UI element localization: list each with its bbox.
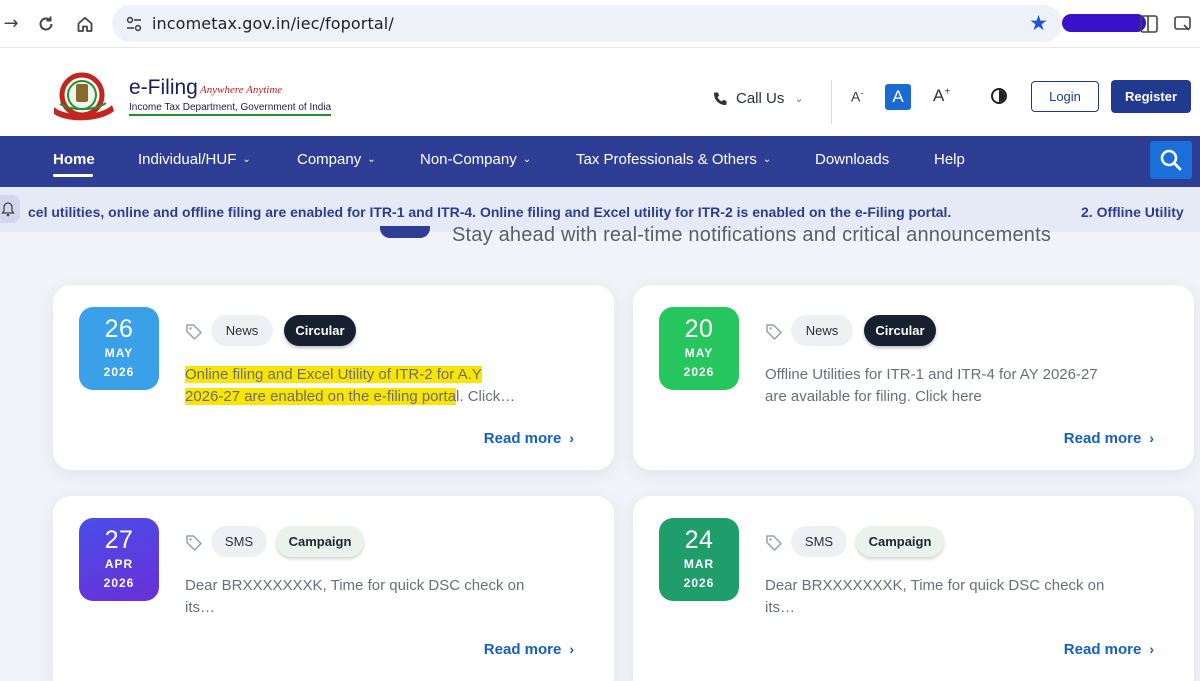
date-month: MAY <box>104 346 134 360</box>
ticker-text-next[interactable]: 2. Offline Utility <box>1081 204 1184 220</box>
browser-toolbar: → incometax.gov.in/iec/foportal/ ★ <box>0 0 1200 48</box>
news-card[interactable]: 24 MAR 2026 SMS Campaign Dear BRXXXXXXXK… <box>633 496 1194 681</box>
tag-icon <box>766 535 782 551</box>
profile-avatar[interactable] <box>1062 14 1146 32</box>
news-card[interactable]: 26 MAY 2026 News Circular Online filing … <box>53 285 614 470</box>
main-nav: Home Individual/HUF ⌄ Company ⌄ Non-Compan… <box>0 136 1200 187</box>
read-more-link[interactable]: Read more › <box>484 641 574 658</box>
downloads-icon[interactable] <box>1172 13 1194 35</box>
login-button[interactable]: Login <box>1031 81 1099 112</box>
nav-help[interactable]: Help <box>934 151 965 168</box>
tune-icon[interactable] <box>124 14 144 34</box>
tag-chip[interactable]: SMS <box>211 526 267 557</box>
search-button[interactable] <box>1150 141 1192 179</box>
nav-individual-huf[interactable]: Individual/HUF ⌄ <box>138 151 251 168</box>
tag-icon <box>766 324 782 340</box>
news-card[interactable]: 27 APR 2026 SMS Campaign Dear BRXXXXXXXK… <box>53 496 614 681</box>
star-icon[interactable]: ★ <box>1029 11 1048 35</box>
chevron-down-icon: ⌄ <box>794 93 804 105</box>
tag-chip-active[interactable]: Campaign <box>276 526 364 557</box>
tag-chip-active[interactable]: Campaign <box>856 526 944 557</box>
news-description[interactable]: Dear BRXXXXXXXK, Time for quick DSC chec… <box>185 575 530 618</box>
date-year: 2026 <box>683 365 715 379</box>
date-month: MAR <box>683 557 715 571</box>
search-icon <box>1160 149 1182 171</box>
tag-chip[interactable]: SMS <box>791 526 847 557</box>
font-decrease-button[interactable]: A- <box>851 88 863 105</box>
tag-chip-active[interactable]: Circular <box>864 315 936 346</box>
nav-home[interactable]: Home <box>53 151 95 168</box>
tag-chip[interactable]: News <box>211 315 273 346</box>
logo-subtitle: Income Tax Department, Government of Ind… <box>129 102 332 116</box>
chevron-right-icon: › <box>1149 641 1154 657</box>
call-us-label: Call Us <box>736 90 785 107</box>
site-header: e-Filing Anywhere Anytime Income Tax Dep… <box>0 48 1200 136</box>
phone-icon <box>714 92 727 105</box>
logo-tagline: Anywhere Anytime <box>200 84 283 96</box>
reload-icon[interactable] <box>35 13 57 35</box>
home-icon[interactable] <box>74 13 96 35</box>
chevron-right-icon: › <box>569 641 574 657</box>
bell-icon[interactable] <box>0 195 20 223</box>
description-text: l. Click… <box>456 387 516 405</box>
highlighted-text: 2026-27 are enabled on the e-filing port… <box>185 387 457 405</box>
news-description[interactable]: Online filing and Excel Utility of ITR-2… <box>185 364 545 407</box>
header-divider <box>831 80 832 124</box>
nav-downloads[interactable]: Downloads <box>815 151 889 168</box>
news-description[interactable]: Dear BRXXXXXXXK, Time for quick DSC chec… <box>765 575 1110 618</box>
date-month: APR <box>104 557 134 571</box>
menu-icon[interactable] <box>1138 13 1160 35</box>
contrast-icon[interactable] <box>991 88 1007 104</box>
font-normal-button[interactable]: A <box>885 84 911 110</box>
date-month: MAY <box>684 346 714 360</box>
date-day: 24 <box>684 526 714 554</box>
nav-tax-professionals[interactable]: Tax Professionals & Others ⌄ <box>576 151 771 168</box>
news-card[interactable]: 20 MAY 2026 News Circular Offline Utilit… <box>633 285 1194 470</box>
highlighted-text: Online filing and Excel Utility of ITR-2… <box>185 366 482 383</box>
tag-icon <box>186 324 202 340</box>
call-us-dropdown[interactable]: Call Us ⌄ <box>712 90 804 107</box>
date-day: 20 <box>684 315 714 343</box>
ticker-text[interactable]: cel utilities, online and offline filing… <box>28 204 951 220</box>
url-text[interactable]: incometax.gov.in/iec/foportal/ <box>152 14 394 33</box>
chevron-down-icon: ⌄ <box>522 154 532 165</box>
read-more-link[interactable]: Read more › <box>484 430 574 447</box>
nav-non-company[interactable]: Non-Company ⌄ <box>420 151 531 168</box>
logo-title[interactable]: e-Filing <box>129 76 198 100</box>
date-badge: 26 MAY 2026 <box>79 307 159 390</box>
nav-active-indicator <box>53 174 93 177</box>
font-increase-button[interactable]: A+ <box>933 86 950 106</box>
read-more-link[interactable]: Read more › <box>1064 641 1154 658</box>
tag-icon <box>186 535 202 551</box>
chevron-down-icon: ⌄ <box>242 154 251 165</box>
date-day: 26 <box>104 315 134 343</box>
date-badge: 24 MAR 2026 <box>659 518 739 601</box>
tag-chip[interactable]: News <box>791 315 853 346</box>
address-bar[interactable]: incometax.gov.in/iec/foportal/ ★ <box>112 5 1062 42</box>
date-badge: 20 MAY 2026 <box>659 307 739 390</box>
tag-chip-active[interactable]: Circular <box>284 315 356 346</box>
news-description[interactable]: Offline Utilities for ITR-1 and ITR-4 fo… <box>765 364 1115 407</box>
section-heading-pill <box>380 226 430 238</box>
chevron-right-icon: › <box>1149 430 1154 446</box>
emblem-icon[interactable] <box>54 71 118 123</box>
date-day: 27 <box>104 526 134 554</box>
nav-company[interactable]: Company ⌄ <box>297 151 376 168</box>
date-year: 2026 <box>103 365 135 379</box>
chevron-right-icon: › <box>569 430 574 446</box>
chevron-down-icon: ⌄ <box>762 154 772 165</box>
date-year: 2026 <box>103 576 135 590</box>
register-button[interactable]: Register <box>1111 80 1191 113</box>
read-more-link[interactable]: Read more › <box>1064 430 1154 447</box>
date-badge: 27 APR 2026 <box>79 518 159 601</box>
section-subtitle: Stay ahead with real-time notifications … <box>452 224 1052 246</box>
chevron-down-icon: ⌄ <box>367 154 376 165</box>
date-year: 2026 <box>683 576 715 590</box>
forward-icon[interactable]: → <box>0 12 22 34</box>
